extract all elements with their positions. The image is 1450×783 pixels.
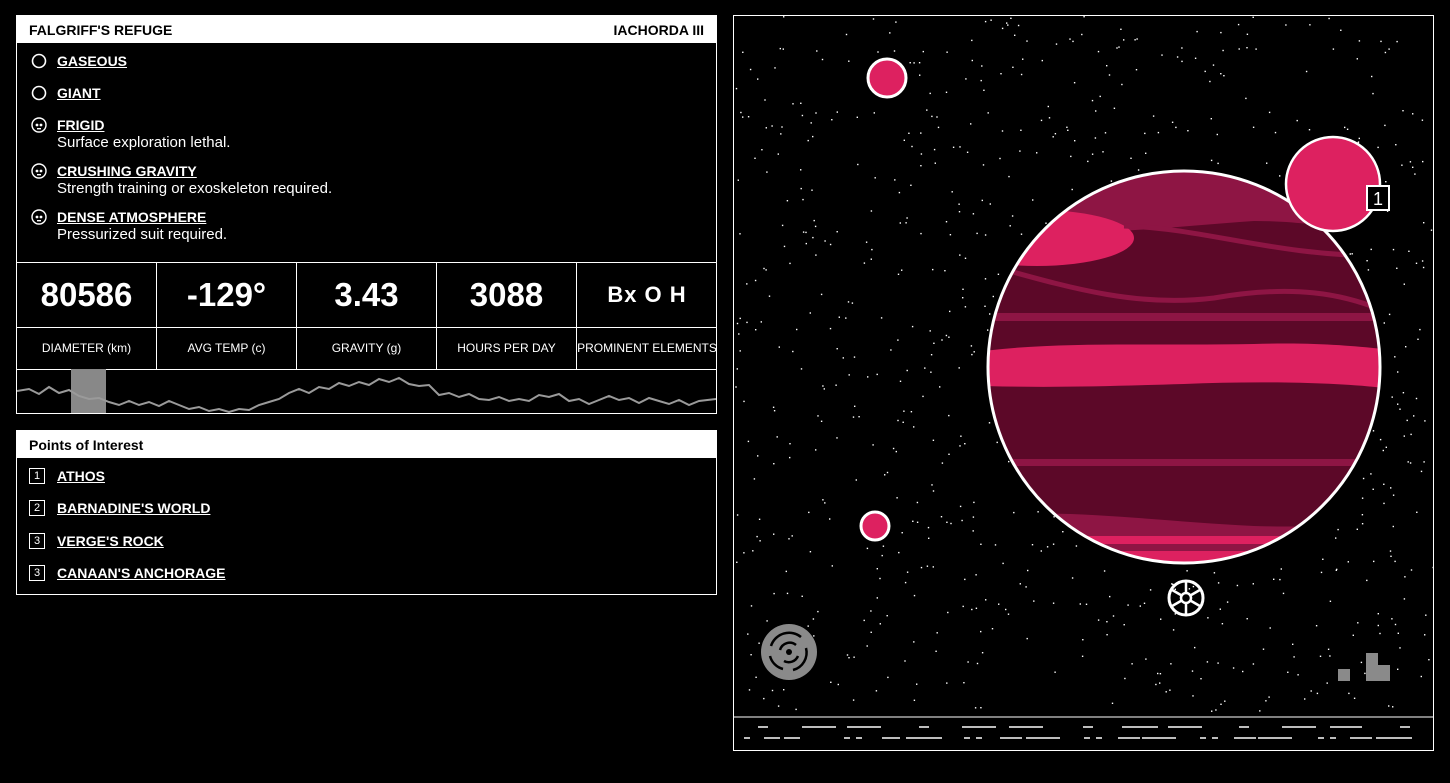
stat-value: -129° (157, 263, 296, 328)
poi-item[interactable]: 3 CANAAN'S ANCHORAGE (29, 563, 225, 583)
trait-name[interactable]: GIANT (57, 84, 707, 102)
trait-name[interactable]: CRUSHING GRAVITY (57, 162, 707, 180)
skull-icon (31, 117, 47, 133)
trait-desc: Surface exploration lethal. (57, 134, 231, 151)
poi-title: Points of Interest (29, 436, 144, 453)
stat-diameter: 80586 DIAMETER (km) (17, 263, 157, 369)
stat-prominent-elements: Bx O H PROMINENT ELEMENTS (577, 263, 717, 369)
station-wheel-icon[interactable] (1167, 579, 1205, 617)
stat-value: 3.43 (297, 263, 436, 328)
system-map[interactable]: 1 (734, 16, 1433, 750)
poi-item[interactable]: 2 BARNADINE'S WORLD (29, 498, 210, 518)
poi-item[interactable]: 3 VERGE'S ROCK (29, 531, 164, 551)
trait-frigid[interactable]: FRIGID Surface exploration lethal. (17, 116, 707, 162)
stat-label: AVG TEMP (c) (187, 340, 266, 355)
stat-gravity: 3.43 GRAVITY (g) (297, 263, 437, 369)
poi-number: 2 (29, 500, 45, 516)
swirl-disc-icon[interactable] (761, 624, 817, 680)
circle-icon (31, 53, 47, 69)
trait-name[interactable]: GASEOUS (57, 52, 707, 70)
system-map-panel: 1 (733, 15, 1434, 751)
moon-small-left[interactable] (859, 510, 891, 542)
poi-number: 3 (29, 533, 45, 549)
planet-header: FALGRIFF'S REFUGE IACHORDA III (17, 16, 716, 43)
stat-label: PROMINENT ELEMENTS (577, 340, 717, 355)
terrain-selection-marker[interactable] (71, 369, 106, 413)
trait-list: GASEOUS GIANT FRIGID Surface exploration… (17, 52, 707, 254)
poi-name[interactable]: ATHOS (57, 468, 105, 484)
moon-label-badge[interactable]: 1 (1366, 185, 1390, 211)
poi-item[interactable]: 1 ATHOS (29, 466, 105, 486)
trait-crushing-gravity[interactable]: CRUSHING GRAVITY Strength training or ex… (17, 162, 707, 208)
stat-hours-per-day: 3088 HOURS PER DAY (437, 263, 577, 369)
stat-value: Bx O H (577, 263, 717, 328)
trait-desc: Strength training or exoskeleton require… (57, 180, 333, 197)
stat-label: DIAMETER (km) (41, 340, 132, 355)
stat-label: GRAVITY (g) (331, 340, 402, 355)
stat-avg-temp: -129° AVG TEMP (c) (157, 263, 297, 369)
trait-gaseous[interactable]: GASEOUS (17, 52, 707, 84)
trait-name[interactable]: FRIGID (57, 116, 707, 134)
trait-desc: Pressurized suit required. (57, 226, 228, 243)
poi-name[interactable]: CANAAN'S ANCHORAGE (57, 565, 225, 581)
trait-giant[interactable]: GIANT (17, 84, 707, 116)
poi-panel: Points of Interest 1 ATHOS 2 BARNADINE'S… (16, 430, 717, 595)
stat-value: 3088 (437, 263, 576, 328)
stats-grid: 80586 DIAMETER (km) -129° AVG TEMP (c) 3… (17, 262, 717, 370)
planet-name: FALGRIFF'S REFUGE (29, 21, 173, 38)
poi-number: 1 (29, 468, 45, 484)
timeline-strip (744, 726, 1412, 739)
poi-number: 3 (29, 565, 45, 581)
moon-label-number: 1 (1373, 189, 1383, 209)
skull-icon (31, 163, 47, 179)
skull-icon (31, 209, 47, 225)
system-name: IACHORDA III (613, 21, 704, 38)
moon-small-top[interactable] (866, 57, 908, 99)
poi-name[interactable]: BARNADINE'S WORLD (57, 500, 210, 516)
stat-value: 80586 (17, 263, 156, 328)
structure-blocks-icon[interactable] (1328, 653, 1390, 681)
terrain-profile[interactable] (17, 369, 716, 413)
stat-label: HOURS PER DAY (457, 340, 556, 355)
poi-name[interactable]: VERGE'S ROCK (57, 533, 164, 549)
moon-large-athos[interactable] (1284, 135, 1382, 233)
circle-icon (31, 85, 47, 101)
trait-dense-atmosphere[interactable]: DENSE ATMOSPHERE Pressurized suit requir… (17, 208, 707, 254)
trait-name[interactable]: DENSE ATMOSPHERE (57, 208, 707, 226)
poi-header: Points of Interest (17, 431, 716, 458)
planet-info-panel: FALGRIFF'S REFUGE IACHORDA III GASEOUS G… (16, 15, 717, 414)
